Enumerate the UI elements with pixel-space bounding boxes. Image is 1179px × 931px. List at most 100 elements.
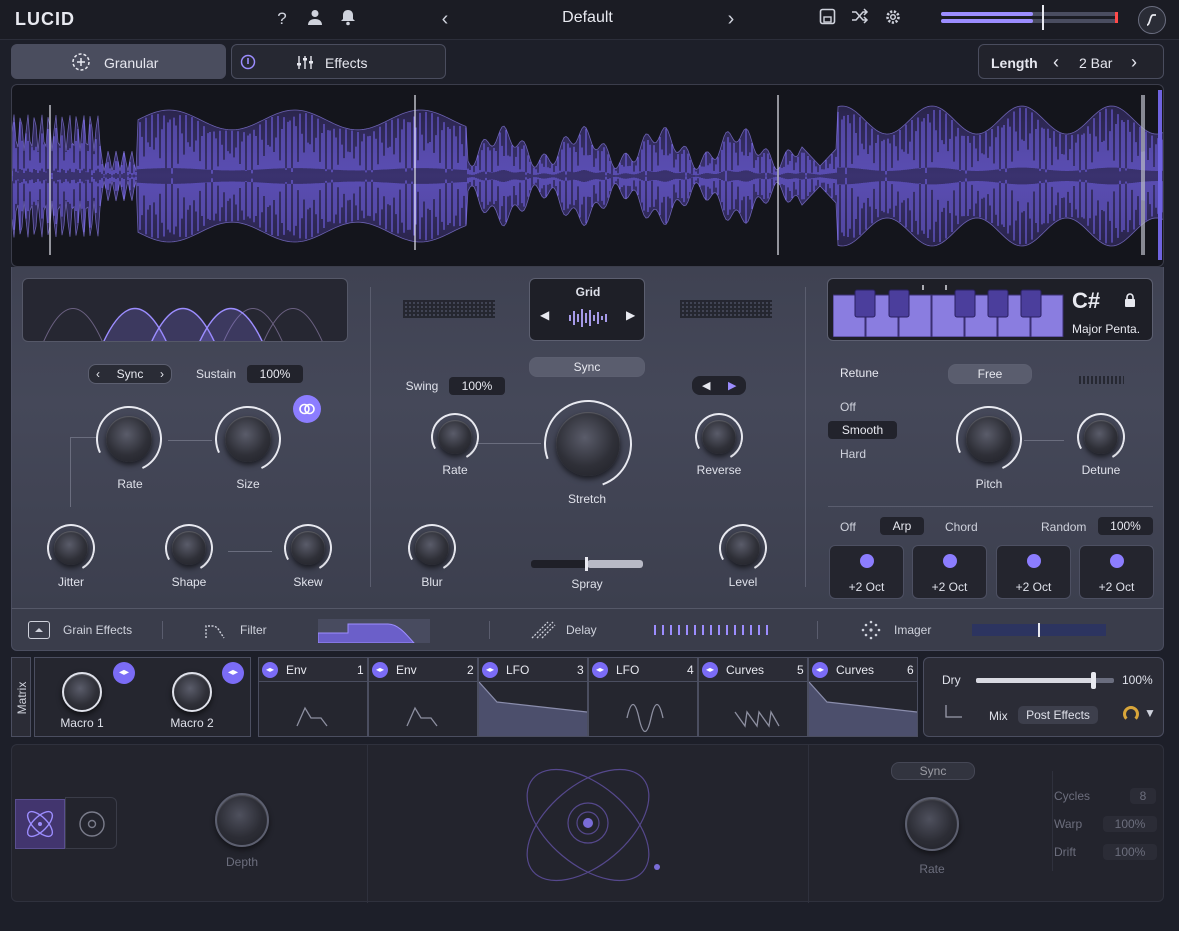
cycles-value[interactable]: 8 [1130, 788, 1156, 804]
shuffle-icon[interactable] [849, 8, 871, 30]
filter-curve[interactable] [317, 619, 430, 644]
next-preset-button[interactable]: › [720, 8, 742, 30]
modulator-4-drag-icon[interactable]: ◂▸ [592, 662, 608, 678]
waveform-display[interactable] [11, 84, 1164, 267]
lock-icon[interactable] [1124, 293, 1136, 307]
modulator-slot-1[interactable]: ◂▸ Env 1 [258, 657, 368, 737]
tab-effects[interactable]: Effects [231, 44, 446, 79]
pitch-free-button[interactable]: Free [948, 364, 1032, 384]
headphones-icon[interactable] [1123, 706, 1139, 722]
macro-1-knob[interactable] [62, 672, 102, 712]
delay-label[interactable]: Delay [566, 623, 597, 637]
warp-value[interactable]: 100% [1103, 816, 1157, 832]
arp-chord-option[interactable]: Chord [945, 520, 978, 534]
power-icon[interactable] [240, 54, 256, 70]
modulator-slot-5[interactable]: ◂▸ Curves 5 [698, 657, 808, 737]
reverse-left-icon[interactable]: ◀ [702, 379, 710, 392]
length-selector[interactable]: Length ‹ 2 Bar › [978, 44, 1164, 79]
playback-sync-button[interactable]: Sync [529, 357, 645, 377]
octave-step-3[interactable]: +2 Oct [996, 545, 1071, 599]
stretch-knob[interactable] [556, 412, 620, 476]
octave-step-1[interactable]: +2 Oct [829, 545, 904, 599]
arp-off-option[interactable]: Off [840, 520, 856, 534]
reverse-direction-toggle[interactable]: ◀ ▶ [692, 376, 746, 395]
reverse-knob[interactable] [702, 420, 736, 454]
save-icon[interactable] [816, 8, 838, 30]
grid-prev-icon[interactable]: ◀ [540, 308, 549, 322]
macro-2-knob[interactable] [172, 672, 212, 712]
modulator-6-drag-icon[interactable]: ◂▸ [812, 662, 828, 678]
retune-smooth-option[interactable]: Smooth [828, 421, 897, 439]
scale-keyboard[interactable]: C# Major Penta. [827, 278, 1153, 341]
swing-value[interactable]: 100% [449, 377, 505, 395]
length-prev-button[interactable]: ‹ [1053, 52, 1059, 73]
orbit-rate-knob[interactable] [905, 797, 959, 851]
modulator-3-drag-icon[interactable]: ◂▸ [482, 662, 498, 678]
imager-label[interactable]: Imager [894, 623, 931, 637]
curve-mode-button[interactable] [1138, 6, 1166, 34]
octave-step-4[interactable]: +2 Oct [1079, 545, 1154, 599]
retune-hard-option[interactable]: Hard [840, 447, 866, 461]
preset-name[interactable]: Default [520, 9, 655, 27]
pitch-knob[interactable] [966, 416, 1012, 462]
reverse-right-icon[interactable]: ▶ [728, 379, 736, 392]
modulator-slot-3[interactable]: ◂▸ LFO 3 [478, 657, 588, 737]
arp-arp-option[interactable]: Arp [880, 517, 924, 535]
playback-rate-knob[interactable] [438, 420, 472, 454]
retune-off-option[interactable]: Off [840, 400, 856, 414]
grain-rate-knob[interactable] [106, 416, 152, 462]
filter-label[interactable]: Filter [240, 623, 267, 637]
previous-preset-button[interactable]: ‹ [434, 8, 456, 30]
macro-1-mod-icon[interactable]: ◂▸ [113, 662, 135, 684]
grain-sync-selector[interactable]: ‹ Sync › [88, 364, 172, 384]
shape-knob[interactable] [172, 531, 206, 565]
modulator-slot-2[interactable]: ◂▸ Env 2 [368, 657, 478, 737]
user-icon[interactable] [304, 8, 326, 30]
help-icon[interactable]: ? [271, 8, 293, 30]
macro-2-mod-icon[interactable]: ◂▸ [222, 662, 244, 684]
matrix-title-tab[interactable]: Matrix [11, 657, 31, 737]
orbit-sync-button[interactable]: Sync [891, 762, 975, 780]
output-volume-meter[interactable] [941, 5, 1121, 30]
grain-size-knob[interactable] [225, 416, 271, 462]
shape-label: Shape [171, 575, 207, 589]
orbit-mode-ring-icon[interactable] [65, 797, 117, 849]
collapse-icon[interactable] [28, 621, 50, 639]
grain-window-display[interactable] [22, 278, 348, 342]
blur-knob[interactable] [415, 531, 449, 565]
reverse-label: Reverse [696, 463, 742, 477]
detune-knob[interactable] [1084, 420, 1118, 454]
dry-slider[interactable] [976, 672, 1114, 689]
grid-next-icon[interactable]: ▶ [626, 308, 635, 322]
octave-step-2[interactable]: +2 Oct [912, 545, 987, 599]
sustain-value[interactable]: 100% [247, 365, 303, 383]
orbit-visualizer[interactable] [502, 750, 672, 900]
modulator-slot-4[interactable]: ◂▸ LFO 4 [588, 657, 698, 737]
skew-knob[interactable] [291, 531, 325, 565]
grain-sync-next[interactable]: › [160, 365, 164, 383]
level-knob[interactable] [726, 531, 760, 565]
drift-value[interactable]: 100% [1103, 844, 1157, 860]
mix-dropdown-icon[interactable]: ▼ [1144, 706, 1156, 720]
orbit-mode-atom-icon[interactable] [15, 799, 65, 849]
link-icon[interactable] [293, 395, 321, 423]
spray-slider[interactable] [531, 557, 643, 571]
modulator-5-drag-icon[interactable]: ◂▸ [702, 662, 718, 678]
modulator-slot-6[interactable]: ◂▸ Curves 6 [808, 657, 918, 737]
sliders-icon [297, 56, 313, 69]
random-value[interactable]: 100% [1098, 517, 1153, 535]
tab-granular[interactable]: Granular [11, 44, 226, 79]
delay-taps[interactable] [654, 625, 772, 635]
length-next-button[interactable]: › [1131, 52, 1137, 73]
grain-sync-prev[interactable]: ‹ [96, 365, 100, 383]
orbit-depth-knob[interactable] [215, 793, 269, 847]
imager-width[interactable] [972, 623, 1106, 637]
mix-mode-selector[interactable]: Post Effects [1018, 706, 1098, 724]
jitter-knob[interactable] [54, 531, 88, 565]
bell-icon[interactable] [337, 8, 359, 30]
modulator-2-drag-icon[interactable]: ◂▸ [372, 662, 388, 678]
gear-icon[interactable] [882, 8, 904, 30]
grain-effects-label[interactable]: Grain Effects [63, 623, 132, 637]
grid-selector[interactable]: Grid ◀ ▶ [529, 278, 645, 341]
modulator-1-drag-icon[interactable]: ◂▸ [262, 662, 278, 678]
